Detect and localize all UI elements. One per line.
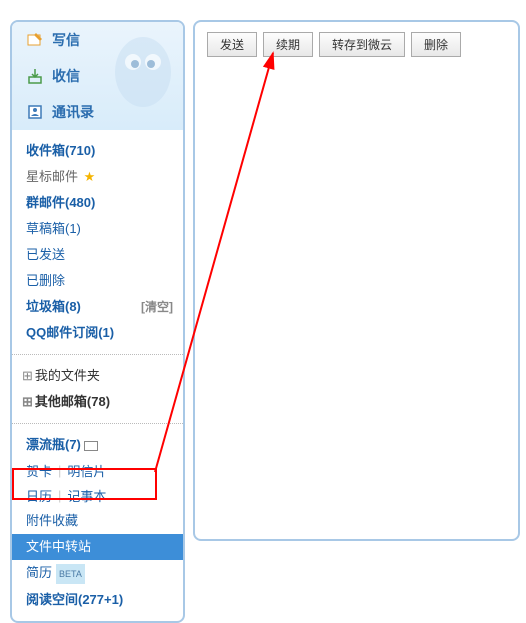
extra-file-transfer[interactable]: 文件中转站 <box>12 534 183 560</box>
folder-sent[interactable]: 已发送 <box>12 242 183 268</box>
extra-row-cal: 日历| 记事本 <box>12 483 183 508</box>
sidebar-top-section: 写信 收信 通讯录 <box>12 22 183 130</box>
tree-other-mailbox[interactable]: ⊞其他邮箱(78) <box>12 389 183 415</box>
delete-button[interactable]: 删除 <box>411 32 461 57</box>
contacts-button[interactable]: 通讯录 <box>12 94 183 130</box>
extra-calendar[interactable]: 日历 <box>26 486 52 505</box>
extra-bottle[interactable]: 漂流瓶(7) <box>12 432 183 458</box>
folder-inbox[interactable]: 收件箱(710) <box>12 138 183 164</box>
beta-badge: BETA <box>56 564 85 584</box>
folder-drafts[interactable]: 草稿箱(1) <box>12 216 183 242</box>
extra-greeting[interactable]: 贺卡 <box>26 461 52 480</box>
folder-starred[interactable]: 星标邮件 ★ <box>12 164 183 190</box>
receive-button[interactable]: 收信 <box>12 58 183 94</box>
tree-my-folders[interactable]: ⊞我的文件夹 <box>12 363 183 389</box>
folder-section-main: 收件箱(710) 星标邮件 ★ 群邮件(480) 草稿箱(1) 已发送 已删除 … <box>12 130 183 355</box>
envelope-icon <box>84 441 98 451</box>
extra-resume[interactable]: 简历BETA <box>12 560 183 587</box>
tree-toggle-icon: ⊞ <box>22 368 33 383</box>
receive-label: 收信 <box>52 66 80 86</box>
tree-toggle-icon: ⊞ <box>22 394 33 409</box>
folder-group[interactable]: 群邮件(480) <box>12 190 183 216</box>
star-icon: ★ <box>84 169 96 184</box>
trash-clear-link[interactable]: [清空] <box>141 297 173 317</box>
renew-button[interactable]: 续期 <box>263 32 313 57</box>
compose-button[interactable]: 写信 <box>12 22 183 58</box>
receive-icon <box>26 67 44 85</box>
main-area: 发送 续期 转存到微云 删除 <box>193 20 520 541</box>
folder-section-extras: 漂流瓶(7) 贺卡| 明信片 日历| 记事本 附件收藏 文件中转站 简历BETA… <box>12 424 183 621</box>
compose-icon <box>26 31 44 49</box>
folder-section-tree: ⊞我的文件夹 ⊞其他邮箱(78) <box>12 355 183 424</box>
folder-subscription[interactable]: QQ邮件订阅(1) <box>12 320 183 346</box>
sidebar: 写信 收信 通讯录 收件箱(710) 星标邮件 ★ 群邮件(480) 草稿箱(1… <box>10 20 185 623</box>
send-button[interactable]: 发送 <box>207 32 257 57</box>
extra-postcard[interactable]: 明信片 <box>67 461 106 480</box>
contacts-label: 通讯录 <box>52 102 94 122</box>
extra-row-cards: 贺卡| 明信片 <box>12 458 183 483</box>
folder-trash[interactable]: 垃圾箱(8)[清空] <box>12 294 183 320</box>
extra-attachment[interactable]: 附件收藏 <box>12 508 183 534</box>
save-cloud-button[interactable]: 转存到微云 <box>319 32 405 57</box>
contacts-icon <box>26 103 44 121</box>
folder-deleted[interactable]: 已删除 <box>12 268 183 294</box>
extra-notebook[interactable]: 记事本 <box>67 486 106 505</box>
compose-label: 写信 <box>52 30 80 50</box>
extra-reading[interactable]: 阅读空间(277+1) <box>12 587 183 613</box>
toolbar: 发送 续期 转存到微云 删除 <box>195 22 518 67</box>
